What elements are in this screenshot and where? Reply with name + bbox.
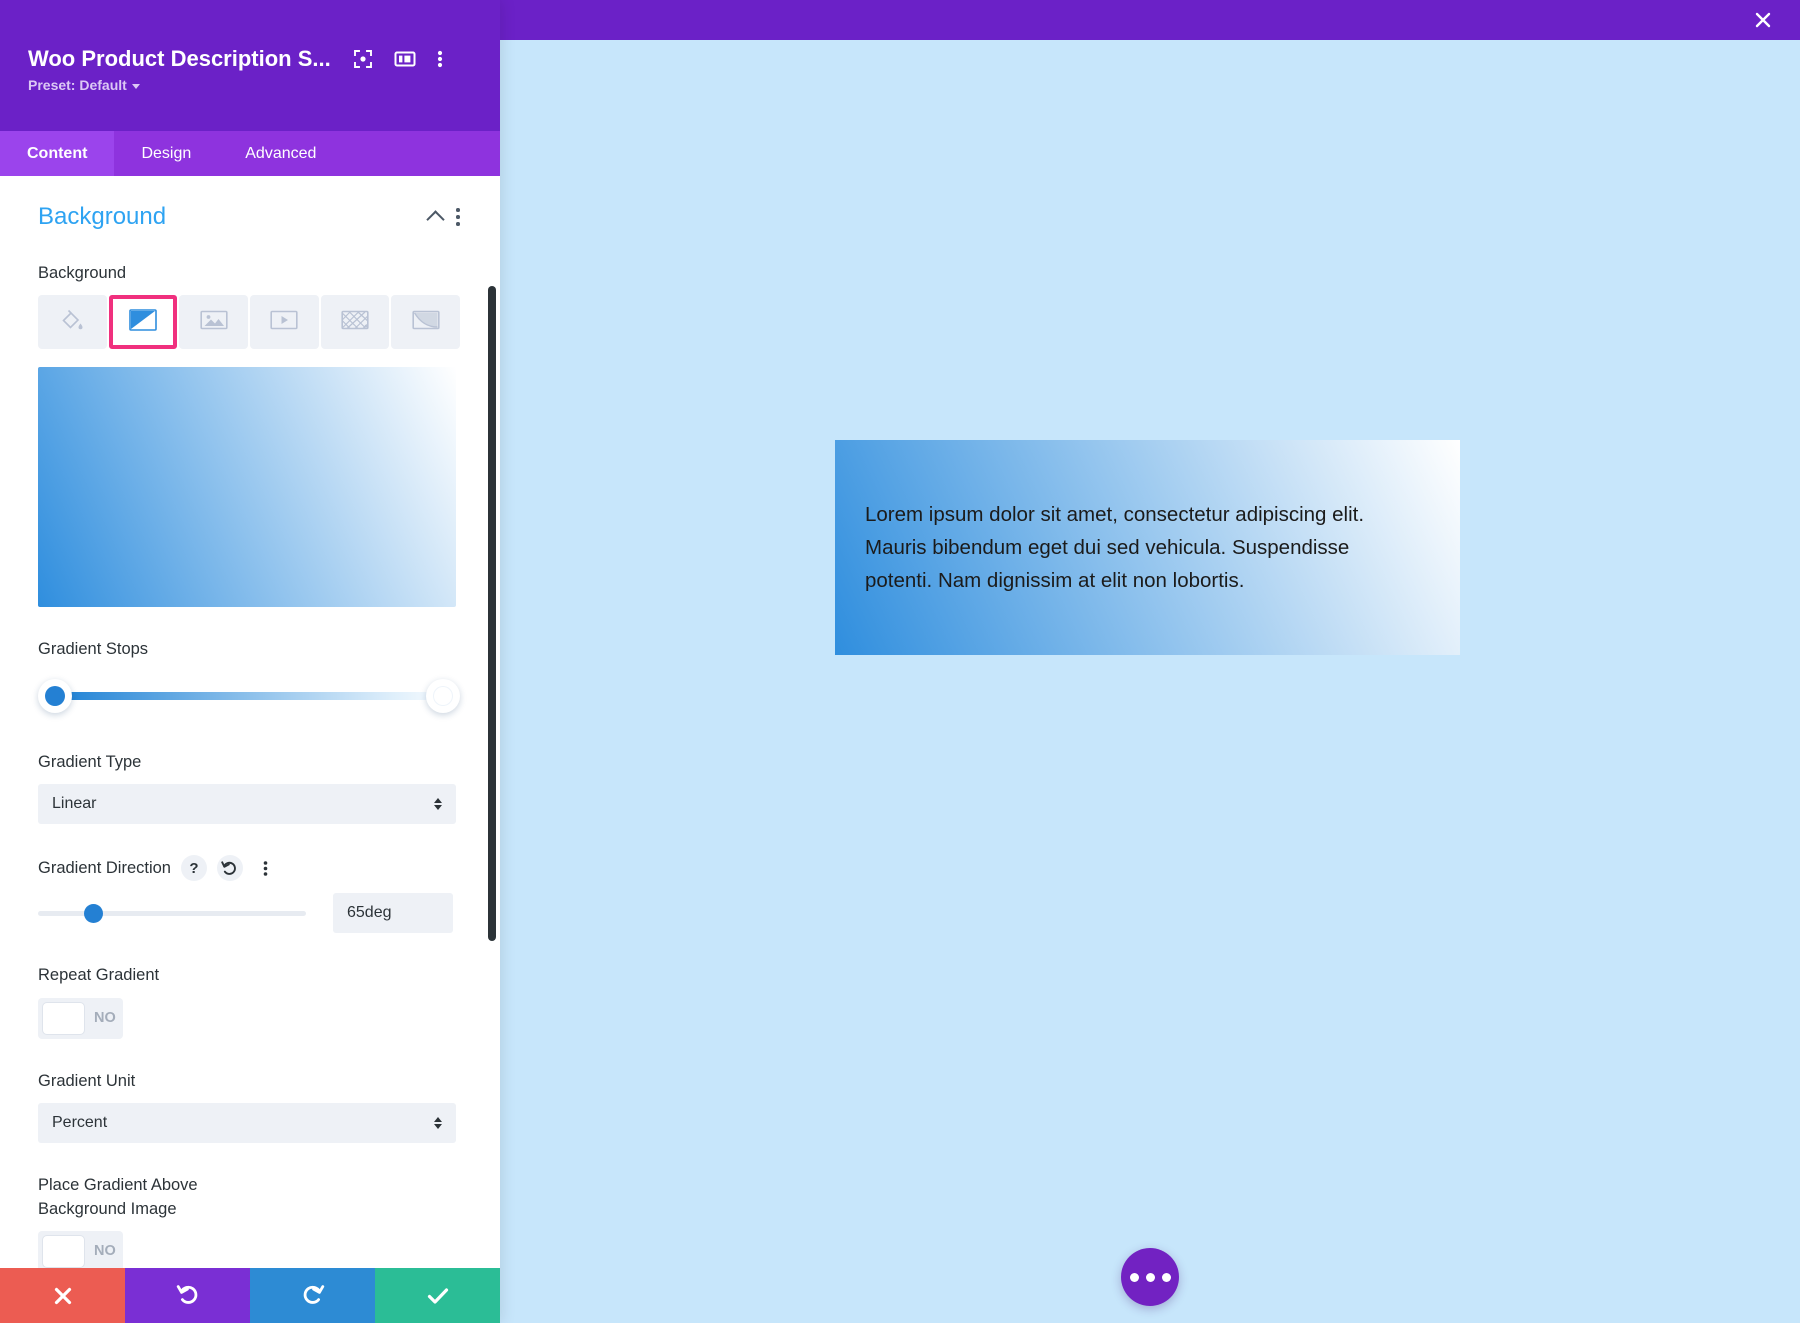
tab-design[interactable]: Design [114, 131, 218, 176]
repeat-gradient-toggle[interactable]: NO [38, 998, 123, 1039]
gradient-direction-control: 65deg [38, 893, 460, 933]
background-type-mask[interactable] [391, 295, 460, 349]
toggle-knob [42, 1002, 85, 1035]
panel-scrollbar[interactable] [488, 286, 496, 941]
module-settings-panel: Woo Product Description S... [0, 0, 500, 1323]
repeat-gradient-label: Repeat Gradient [38, 964, 460, 987]
background-type-pattern[interactable] [321, 295, 390, 349]
tab-design-label: Design [141, 145, 191, 163]
background-type-image[interactable] [179, 295, 248, 349]
mask-shape-icon [412, 309, 440, 336]
background-type-group [38, 295, 460, 349]
pattern-grid-icon [341, 309, 369, 336]
chevron-up-icon[interactable] [427, 210, 445, 228]
gradient-stop-handle-end[interactable] [426, 679, 460, 713]
page-settings-fab[interactable] [1121, 1248, 1179, 1306]
text-module[interactable]: Lorem ipsum dolor sit amet, consectetur … [835, 440, 1460, 655]
preset-label: Preset: Default [28, 77, 127, 93]
background-field-label: Background [38, 262, 460, 285]
preset-selector[interactable]: Preset: Default [0, 72, 140, 93]
gradient-unit-label: Gradient Unit [38, 1070, 460, 1093]
gradient-direction-value: 65deg [347, 904, 392, 922]
gradient-direction-input[interactable]: 65deg [333, 893, 453, 933]
kebab-menu-icon[interactable] [437, 49, 443, 69]
divi-builder-screen: Edit Retro Toy Camera Template Body Layo… [0, 0, 1800, 1323]
toggle-knob [42, 1235, 85, 1268]
panel-module-title: Woo Product Description S... [28, 46, 331, 72]
gradient-type-value: Linear [52, 795, 96, 813]
gradient-type-label: Gradient Type [38, 751, 460, 774]
redo-button[interactable] [250, 1268, 375, 1323]
save-button[interactable] [375, 1268, 500, 1323]
gradient-icon [129, 309, 157, 336]
tab-content-label: Content [27, 145, 87, 163]
paint-bucket-icon [59, 307, 85, 338]
slider-knob[interactable] [84, 904, 103, 923]
background-type-color[interactable] [38, 295, 107, 349]
gradient-type-select[interactable]: Linear [38, 784, 456, 824]
gradient-unit-value: Percent [52, 1114, 107, 1132]
panel-header: Woo Product Description S... [0, 0, 500, 131]
tab-advanced[interactable]: Advanced [218, 131, 343, 176]
gradient-stop-handle-start[interactable] [38, 679, 72, 713]
place-gradient-label: Place Gradient Above Background Image [38, 1174, 278, 1221]
close-icon[interactable] [1748, 5, 1778, 35]
background-section-header: Background [38, 176, 460, 231]
slider-track[interactable] [38, 911, 306, 916]
text-module-content: Lorem ipsum dolor sit amet, consectetur … [835, 498, 1395, 598]
place-gradient-toggle[interactable]: NO [38, 1231, 123, 1268]
section-title: Background [38, 203, 429, 231]
tab-advanced-label: Advanced [245, 145, 316, 163]
gradient-stops-track[interactable] [48, 692, 450, 700]
ellipsis-icon-dot [1130, 1273, 1139, 1282]
background-type-gradient[interactable] [109, 295, 178, 349]
video-play-icon [270, 309, 298, 336]
panel-tabs: Content Design Advanced [0, 131, 500, 176]
select-spinner-icon [434, 798, 442, 810]
panel-scroll-content: Background Background [0, 176, 500, 1268]
gradient-stops-slider[interactable] [38, 672, 460, 720]
gradient-unit-select[interactable]: Percent [38, 1103, 456, 1143]
chevron-down-icon [132, 84, 140, 89]
layout-columns-icon[interactable] [394, 49, 416, 69]
gradient-preview[interactable] [38, 367, 456, 607]
gradient-direction-label: Gradient Direction [38, 857, 171, 880]
target-focus-icon[interactable] [353, 49, 373, 69]
reset-undo-icon[interactable] [217, 855, 243, 881]
select-spinner-icon [434, 1117, 442, 1129]
ellipsis-icon-dot [1146, 1273, 1155, 1282]
undo-button[interactable] [125, 1268, 250, 1323]
panel-action-bar [0, 1268, 500, 1323]
repeat-gradient-value: NO [94, 1010, 116, 1026]
gradient-direction-kebab-menu-icon[interactable] [253, 855, 279, 881]
place-gradient-value: NO [94, 1243, 116, 1259]
tab-content[interactable]: Content [0, 131, 114, 176]
gradient-stops-label: Gradient Stops [38, 638, 460, 661]
gradient-direction-slider[interactable] [38, 899, 306, 927]
section-kebab-menu-icon[interactable] [456, 208, 460, 225]
background-type-video[interactable] [250, 295, 319, 349]
panel-header-icons [353, 49, 443, 69]
image-icon [200, 309, 228, 336]
cancel-button[interactable] [0, 1268, 125, 1323]
ellipsis-icon-dot [1162, 1273, 1171, 1282]
gradient-direction-label-row: Gradient Direction ? [38, 855, 460, 881]
panel-body: Background Background [0, 176, 500, 1268]
help-icon[interactable]: ? [181, 855, 207, 881]
